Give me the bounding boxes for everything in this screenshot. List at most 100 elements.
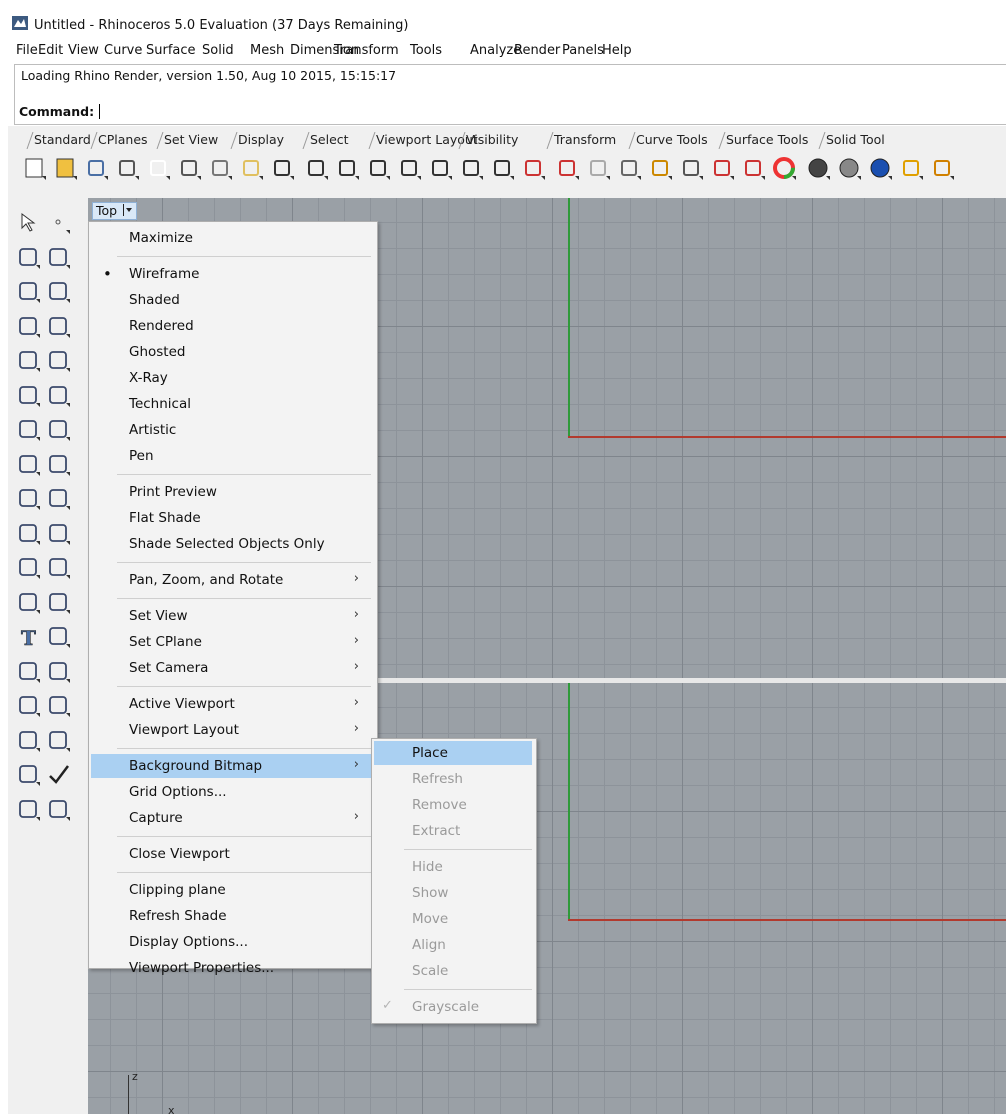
gear-icon[interactable] bbox=[930, 156, 954, 180]
lock-icon[interactable] bbox=[710, 156, 734, 180]
menu-item-pan-zoom-and-rotate[interactable]: Pan, Zoom, and Rotate › bbox=[91, 568, 373, 592]
viewport-dropdown-icon[interactable] bbox=[121, 203, 133, 217]
menu-item-set-view[interactable]: Set View › bbox=[91, 604, 373, 628]
tab-curve-tools[interactable]: Curve Tools bbox=[636, 132, 708, 149]
open-icon[interactable] bbox=[53, 156, 77, 180]
copy-icon[interactable] bbox=[208, 156, 232, 180]
menu-panels[interactable]: Panels bbox=[562, 43, 604, 58]
sphere-solid-icon[interactable] bbox=[46, 417, 72, 443]
pin-icon[interactable] bbox=[899, 156, 923, 180]
points-cloud-icon[interactable] bbox=[46, 555, 72, 581]
paste-icon[interactable] bbox=[239, 156, 263, 180]
select-arrow-icon[interactable] bbox=[16, 210, 42, 236]
zoom-selected-icon[interactable] bbox=[459, 156, 483, 180]
tab-surface-tools[interactable]: Surface Tools bbox=[726, 132, 808, 149]
gumball-icon[interactable] bbox=[46, 728, 72, 754]
menu-item-print-preview[interactable]: Print Preview bbox=[91, 480, 373, 504]
loft-icon[interactable] bbox=[46, 383, 72, 409]
analyze-icon[interactable] bbox=[16, 762, 42, 788]
menu-view[interactable]: View bbox=[68, 43, 99, 58]
sphere-icon[interactable] bbox=[868, 156, 892, 180]
submenu-item-show[interactable]: Show bbox=[374, 881, 532, 905]
submenu-item-refresh[interactable]: Refresh bbox=[374, 767, 532, 791]
offset-icon[interactable] bbox=[16, 590, 42, 616]
light-icon[interactable] bbox=[679, 156, 703, 180]
menu-file[interactable]: File bbox=[16, 43, 38, 58]
submenu-item-extract[interactable]: Extract bbox=[374, 819, 532, 843]
rectangle-icon[interactable] bbox=[46, 314, 72, 340]
ellipse-icon[interactable] bbox=[46, 279, 72, 305]
blend-icon[interactable] bbox=[46, 590, 72, 616]
menu-item-display-options[interactable]: Display Options... bbox=[91, 930, 373, 954]
submenu-item-place[interactable]: Place bbox=[374, 741, 532, 765]
menu-curve[interactable]: Curve bbox=[104, 43, 142, 58]
menu-item-rendered[interactable]: Rendered bbox=[91, 314, 373, 338]
menu-mesh[interactable]: Mesh bbox=[250, 43, 284, 58]
tab-solid-tool[interactable]: Solid Tool bbox=[826, 132, 885, 149]
zoom-window-icon[interactable] bbox=[397, 156, 421, 180]
box-icon[interactable] bbox=[16, 417, 42, 443]
color-wheel-icon[interactable] bbox=[772, 156, 796, 180]
menu-item-active-viewport[interactable]: Active Viewport › bbox=[91, 692, 373, 716]
trim-icon[interactable] bbox=[16, 521, 42, 547]
submenu-item-move[interactable]: Move bbox=[374, 907, 532, 931]
menu-item-capture[interactable]: Capture › bbox=[91, 806, 373, 830]
menu-item-wireframe[interactable]: Wireframe • bbox=[91, 262, 373, 286]
menu-item-close-viewport[interactable]: Close Viewport bbox=[91, 842, 373, 866]
menu-item-technical[interactable]: Technical bbox=[91, 392, 373, 416]
ghost-icon[interactable] bbox=[586, 156, 610, 180]
zoom-icon[interactable] bbox=[366, 156, 390, 180]
menu-item-set-camera[interactable]: Set Camera › bbox=[91, 656, 373, 680]
menu-item-refresh-shade[interactable]: Refresh Shade bbox=[91, 904, 373, 928]
fillet-icon[interactable] bbox=[46, 348, 72, 374]
menu-surface[interactable]: Surface bbox=[146, 43, 196, 58]
menu-help[interactable]: Help bbox=[602, 43, 632, 58]
point-icon[interactable] bbox=[46, 210, 72, 236]
menu-transform[interactable]: Transform bbox=[334, 43, 399, 58]
circle-icon[interactable] bbox=[16, 279, 42, 305]
menu-item-maximize[interactable]: Maximize bbox=[91, 226, 373, 250]
cut-icon[interactable] bbox=[177, 156, 201, 180]
dimension-icon[interactable] bbox=[46, 624, 72, 650]
tab-cplanes[interactable]: CPlanes bbox=[98, 132, 148, 149]
viewport-layout-icon[interactable] bbox=[521, 156, 545, 180]
submenu-item-remove[interactable]: Remove bbox=[374, 793, 532, 817]
layer-icon[interactable] bbox=[741, 156, 765, 180]
new-icon[interactable] bbox=[22, 156, 46, 180]
command-line[interactable]: Command: bbox=[14, 100, 1006, 125]
menu-item-x-ray[interactable]: X-Ray bbox=[91, 366, 373, 390]
submenu-item-scale[interactable]: Scale bbox=[374, 959, 532, 983]
menu-item-flat-shade[interactable]: Flat Shade bbox=[91, 506, 373, 530]
boolean-icon[interactable] bbox=[16, 486, 42, 512]
tab-visibility[interactable]: Visibility bbox=[466, 132, 518, 149]
surface-pts-icon[interactable] bbox=[16, 383, 42, 409]
curve-icon[interactable] bbox=[46, 245, 72, 271]
tab-set-view[interactable]: Set View bbox=[164, 132, 218, 149]
submenu-item-hide[interactable]: Hide bbox=[374, 855, 532, 879]
tab-transform[interactable]: Transform bbox=[554, 132, 616, 149]
explode-icon[interactable] bbox=[46, 486, 72, 512]
menu-item-shaded[interactable]: Shaded bbox=[91, 288, 373, 312]
tab-display[interactable]: Display bbox=[238, 132, 284, 149]
shade-icon[interactable] bbox=[806, 156, 830, 180]
block-icon[interactable] bbox=[46, 659, 72, 685]
rotate-icon[interactable] bbox=[335, 156, 359, 180]
cone-icon[interactable] bbox=[46, 797, 72, 823]
undo-icon[interactable] bbox=[270, 156, 294, 180]
viewport-title-tab[interactable]: Top bbox=[92, 202, 138, 220]
polygon-icon[interactable] bbox=[16, 314, 42, 340]
plane-icon[interactable] bbox=[46, 452, 72, 478]
mesh-icon[interactable] bbox=[16, 555, 42, 581]
car-icon[interactable] bbox=[555, 156, 579, 180]
menu-item-background-bitmap[interactable]: Background Bitmap › bbox=[91, 754, 373, 778]
menu-item-ghosted[interactable]: Ghosted bbox=[91, 340, 373, 364]
extrude-icon[interactable] bbox=[16, 452, 42, 478]
select-icon[interactable] bbox=[617, 156, 641, 180]
array-icon[interactable] bbox=[16, 728, 42, 754]
menu-render[interactable]: Render bbox=[514, 43, 560, 58]
render-mesh-icon[interactable] bbox=[16, 693, 42, 719]
menu-item-shade-selected-objects-only[interactable]: Shade Selected Objects Only bbox=[91, 532, 373, 556]
pan-icon[interactable] bbox=[304, 156, 328, 180]
check-icon[interactable] bbox=[46, 762, 72, 788]
menu-tools[interactable]: Tools bbox=[410, 43, 442, 58]
